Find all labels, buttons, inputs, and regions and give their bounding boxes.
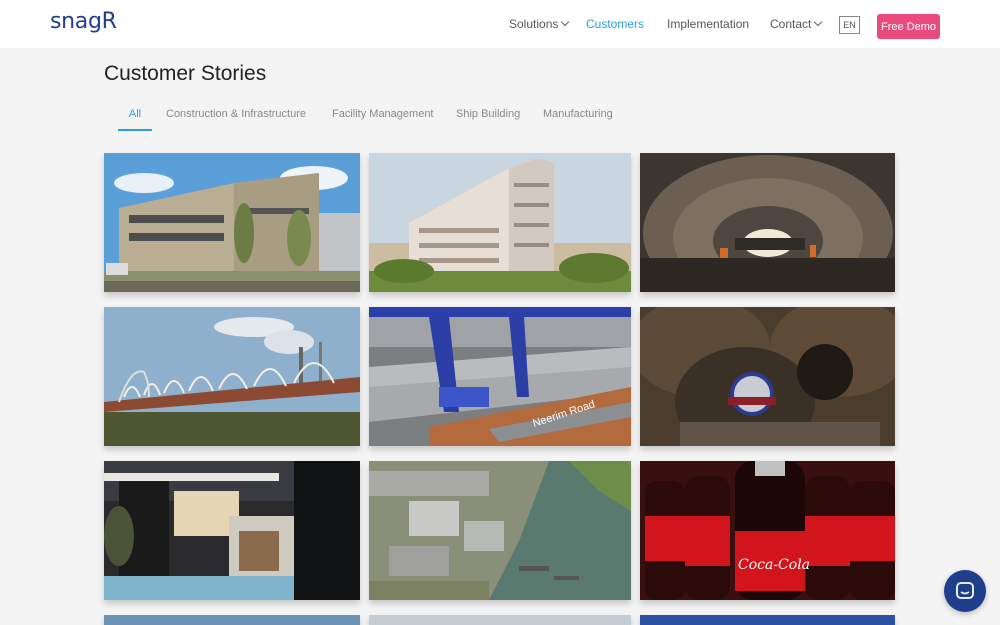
site-header: snagR Solutions Customers Implementation…: [0, 0, 1000, 48]
arched-bridge-image: [104, 307, 360, 446]
shipyard-aerial-image: [369, 461, 631, 600]
nav-solutions-label: Solutions: [509, 17, 559, 31]
nav-implementation-link[interactable]: Implementation: [667, 17, 749, 31]
nav-contact-link[interactable]: Contact: [770, 17, 823, 31]
nav-customers-link[interactable]: Customers: [586, 17, 644, 31]
tab-construction-infrastructure[interactable]: Construction & Infrastructure: [166, 108, 306, 130]
language-label: EN: [843, 20, 856, 30]
story-card[interactable]: [104, 153, 360, 292]
chevron-down-icon: [814, 17, 823, 27]
nav-contact-label: Contact: [770, 17, 812, 31]
nav-implementation-label: Implementation: [667, 17, 750, 31]
story-card[interactable]: [640, 307, 895, 446]
tab-all[interactable]: All: [118, 108, 152, 131]
story-card[interactable]: [104, 461, 360, 600]
category-tabs: All Construction & Infrastructure Facili…: [0, 108, 1000, 140]
nav-implementation[interactable]: Implementation: [667, 0, 749, 48]
story-card[interactable]: Coca-Cola: [640, 461, 895, 600]
tab-manufacturing[interactable]: Manufacturing: [543, 108, 613, 130]
nav-customers-label: Customers: [586, 17, 645, 31]
timber-building-image: [104, 153, 360, 292]
nav-contact[interactable]: Contact: [770, 0, 823, 48]
apartment-tower-image: [369, 153, 631, 292]
coca-cola-bottles-image: Coca-Cola: [640, 461, 895, 600]
modern-villa-image: [104, 461, 360, 600]
chat-icon: [956, 582, 974, 599]
chevron-down-icon: [561, 17, 570, 27]
story-card[interactable]: [369, 615, 631, 625]
story-card[interactable]: [104, 307, 360, 446]
story-card[interactable]: [640, 153, 895, 292]
language-selector[interactable]: EN: [839, 16, 860, 34]
tab-ship-building[interactable]: Ship Building: [456, 108, 520, 130]
story-card[interactable]: [369, 153, 631, 292]
snagr-logo[interactable]: snagR: [50, 9, 117, 34]
nav-customers[interactable]: Customers: [586, 0, 644, 48]
brand-label: Coca-Cola: [738, 557, 810, 573]
tab-facility-management[interactable]: Facility Management: [332, 108, 434, 130]
story-card[interactable]: [369, 461, 631, 600]
chat-launcher-button[interactable]: [944, 570, 986, 612]
page-title: Customer Stories: [104, 62, 267, 85]
story-card[interactable]: [640, 615, 895, 625]
mine-tunnel-image: [640, 307, 895, 446]
story-card[interactable]: [104, 615, 360, 625]
nav-solutions[interactable]: Solutions: [509, 0, 570, 48]
port-rendering-image: Neerim Road: [369, 307, 631, 446]
logo-text: snagR: [50, 9, 117, 34]
story-card[interactable]: Neerim Road: [369, 307, 631, 446]
free-demo-label: Free Demo: [880, 20, 937, 33]
free-demo-button[interactable]: Free Demo: [877, 14, 940, 39]
nav-solutions-link[interactable]: Solutions: [509, 17, 570, 31]
road-tunnel-image: [640, 153, 895, 292]
